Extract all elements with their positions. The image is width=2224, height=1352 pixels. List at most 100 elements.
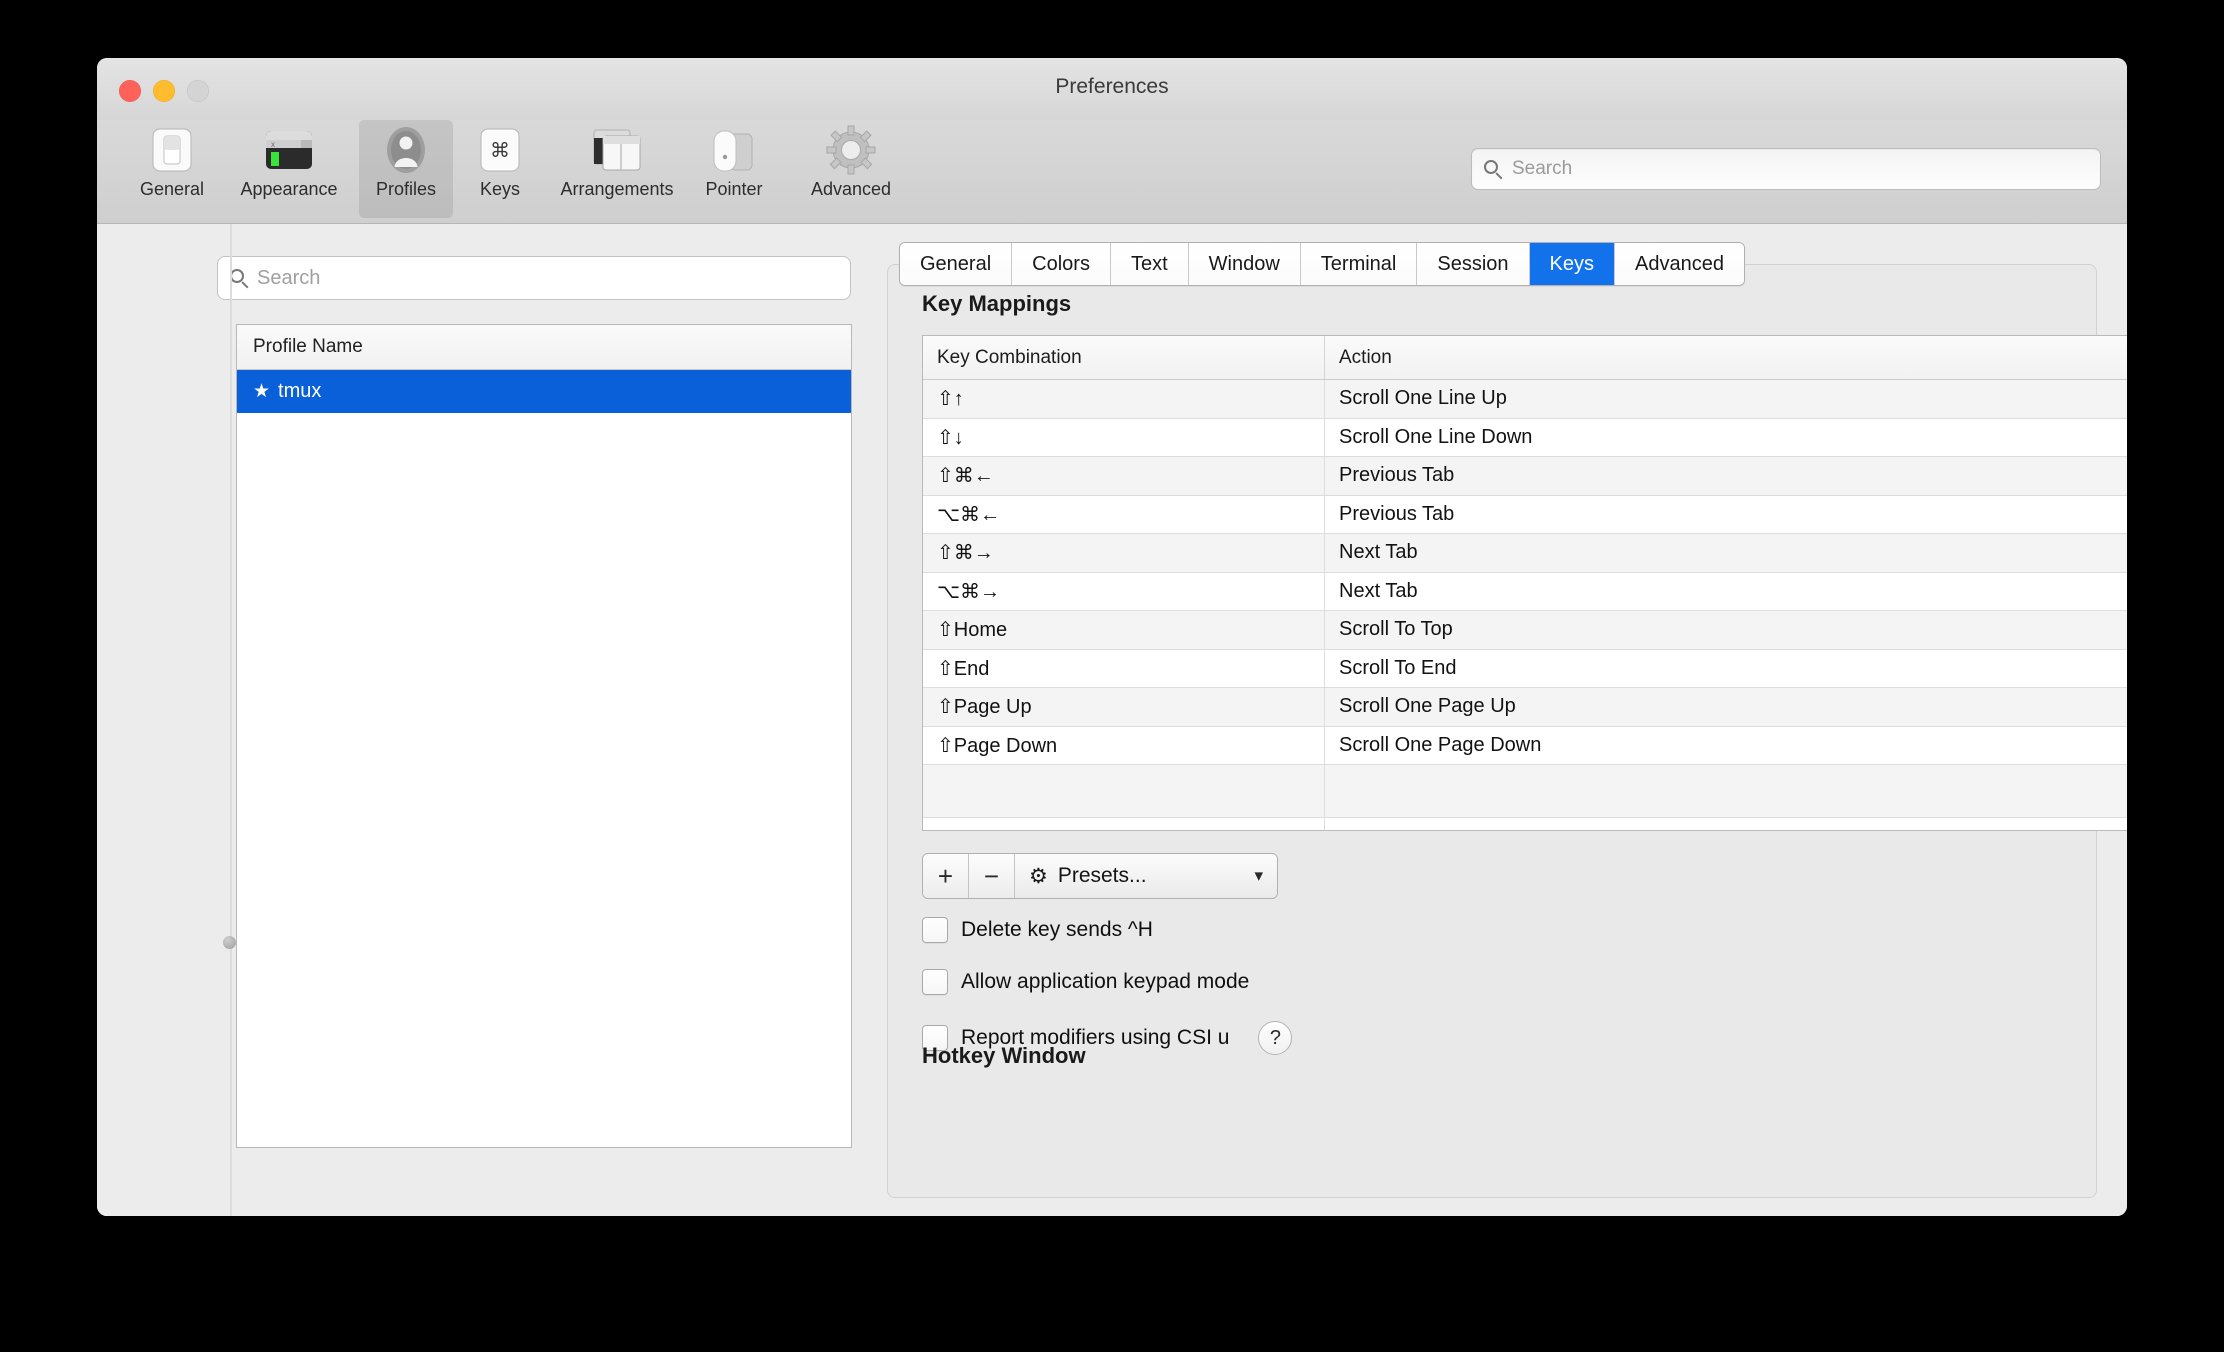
column-header-profile-name: Profile Name xyxy=(253,336,363,357)
action-cell: Scroll One Line Down xyxy=(1339,425,1533,448)
toolbar-label: General xyxy=(139,179,205,199)
table-row[interactable]: ⇧Page Down Scroll One Page Down xyxy=(923,726,2127,765)
toolbar-item-arrangements[interactable]: Arrangements xyxy=(547,120,687,218)
default-profile-star-icon: ★ xyxy=(253,381,271,402)
table-row[interactable]: ⌥⌘→ Next Tab xyxy=(923,572,2127,611)
key-combination-cell: ⇧Home xyxy=(923,611,1325,649)
profile-list-item-tmux[interactable]: ★ tmux xyxy=(237,370,851,413)
column-header-key-combination: Key Combination xyxy=(923,336,1325,379)
tab-label: Text xyxy=(1130,252,1168,275)
key-mappings-table[interactable]: Key Combination Action ⇧↑ Scroll One Lin… xyxy=(922,335,2127,831)
key-combination-cell xyxy=(923,818,1325,830)
table-row[interactable]: ⇧↑ Scroll One Line Up xyxy=(923,380,2127,419)
key-combination-cell: ⇧⌘← xyxy=(923,457,1325,495)
key-mappings-heading: Key Mappings xyxy=(922,291,1072,316)
main-toolbar: General x Appearance Profiles ⌘ Keys Arr… xyxy=(97,120,2127,224)
tab-session[interactable]: Session xyxy=(1417,243,1530,285)
column-header-action: Action xyxy=(1339,346,1392,368)
profile-list-header: Profile Name xyxy=(237,325,851,370)
tab-window[interactable]: Window xyxy=(1188,243,1301,285)
key-combination-cell: ⇧↑ xyxy=(923,380,1325,418)
tab-label: Session xyxy=(1437,252,1509,275)
presets-dropdown[interactable]: ⚙ Presets... ▾ xyxy=(1015,854,1277,898)
checkbox-label: Allow application keypad mode xyxy=(961,970,1250,993)
table-row[interactable]: ⇧⌘→ Next Tab xyxy=(923,534,2127,573)
tab-label: General xyxy=(920,252,992,275)
key-combination-cell: ⌥⌘→ xyxy=(923,572,1325,610)
window-title: Preferences xyxy=(1055,75,1169,98)
tab-advanced[interactable]: Advanced xyxy=(1614,243,1744,285)
window-body: Search Profile Name ★ tmux Tags > + xyxy=(97,224,2127,1216)
help-button-label: ? xyxy=(1269,1026,1282,1049)
checkbox-delete-key-sends-ctrl-h[interactable]: Delete key sends ^H xyxy=(922,917,1153,943)
key-combination-cell: ⇧↓ xyxy=(923,418,1325,456)
toolbar-item-pointer[interactable]: Pointer xyxy=(687,120,781,218)
tab-general[interactable]: General xyxy=(900,243,1013,285)
table-row[interactable]: ⇧Home Scroll To Top xyxy=(923,611,2127,650)
toolbar-label: Pointer xyxy=(705,179,763,199)
action-cell xyxy=(1325,765,2127,817)
table-row[interactable]: ⇧↓ Scroll One Line Down xyxy=(923,418,2127,457)
toggle-switch-icon xyxy=(150,123,194,177)
window-titlebar: Preferences xyxy=(97,58,2127,120)
action-cell: Scroll One Line Up xyxy=(1339,387,1507,410)
action-cell: Next Tab xyxy=(1339,579,1418,602)
table-row[interactable] xyxy=(923,818,2127,830)
key-combination-cell xyxy=(923,765,1325,817)
action-cell: Scroll One Page Up xyxy=(1339,695,1516,718)
command-key-icon: ⌘ xyxy=(478,123,522,177)
action-cell: Next Tab xyxy=(1339,541,1418,564)
profiles-sidebar: Search Profile Name ★ tmux Tags > + xyxy=(97,224,852,1216)
profile-settings-pane: General Colors Text Window Terminal Sess… xyxy=(809,224,2127,1216)
toolbar-label: Arrangements xyxy=(560,179,674,199)
checkbox-box[interactable] xyxy=(922,917,948,943)
key-combination-cell: ⇧Page Up xyxy=(923,688,1325,726)
settings-tabbar: General Colors Text Window Terminal Sess… xyxy=(899,242,1745,286)
tab-keys[interactable]: Keys xyxy=(1529,243,1615,285)
toolbar-label: Advanced xyxy=(810,179,892,199)
preferences-window: Preferences General x Appearance Profile… xyxy=(97,58,2127,1216)
remove-key-mapping-button[interactable]: − xyxy=(969,854,1015,898)
table-row[interactable] xyxy=(923,765,2127,818)
action-cell: Scroll To Top xyxy=(1339,618,1453,641)
toolbar-item-advanced[interactable]: Advanced xyxy=(781,120,921,218)
gear-icon xyxy=(826,123,876,177)
tab-text[interactable]: Text xyxy=(1110,243,1189,285)
splitter-grip-handle[interactable] xyxy=(223,936,236,949)
profile-search-placeholder: Search xyxy=(257,266,321,289)
tab-label: Terminal xyxy=(1320,252,1397,275)
toolbar-item-appearance[interactable]: x Appearance xyxy=(219,120,359,218)
svg-text:⌘: ⌘ xyxy=(490,140,510,162)
action-cell: Previous Tab xyxy=(1339,502,1455,525)
add-key-mapping-button[interactable]: + xyxy=(923,854,969,898)
terminal-window-icon: x xyxy=(264,123,314,177)
profile-name-label: tmux xyxy=(278,380,322,402)
sidebar-splitter[interactable] xyxy=(230,224,232,1216)
action-cell: Previous Tab xyxy=(1339,464,1455,487)
toolbar-item-general[interactable]: General xyxy=(125,120,219,218)
checkbox-allow-application-keypad-mode[interactable]: Allow application keypad mode xyxy=(922,969,1249,995)
hotkey-window-heading: Hotkey Window xyxy=(922,1043,1086,1068)
checkbox-box[interactable] xyxy=(922,969,948,995)
key-combination-cell: ⇧End xyxy=(923,649,1325,687)
tab-colors[interactable]: Colors xyxy=(1012,243,1111,285)
tab-terminal[interactable]: Terminal xyxy=(1300,243,1418,285)
key-combination-cell: ⇧⌘→ xyxy=(923,534,1325,572)
help-button[interactable]: ? xyxy=(1258,1021,1293,1055)
toolbar-search-field[interactable]: Search xyxy=(1471,148,2101,190)
key-combination-cell: ⌥⌘← xyxy=(923,495,1325,533)
tab-label: Window xyxy=(1208,252,1280,275)
profile-list[interactable]: Profile Name ★ tmux xyxy=(236,324,852,1148)
window-stack-icon xyxy=(589,123,645,177)
toolbar-item-profiles[interactable]: Profiles xyxy=(359,120,453,218)
gear-icon: ⚙ xyxy=(1029,864,1048,888)
table-row[interactable]: ⌥⌘← Previous Tab xyxy=(923,495,2127,534)
toolbar-item-keys[interactable]: ⌘ Keys xyxy=(453,120,547,218)
toolbar-search-placeholder: Search xyxy=(1512,158,1573,179)
table-row[interactable]: ⇧End Scroll To End xyxy=(923,649,2127,688)
table-row[interactable]: ⇧⌘← Previous Tab xyxy=(923,457,2127,496)
profile-search-input[interactable]: Search xyxy=(217,256,851,300)
tab-label: Advanced xyxy=(1634,252,1724,275)
table-row[interactable]: ⇧Page Up Scroll One Page Up xyxy=(923,688,2127,727)
presets-control-group: + − ⚙ Presets... ▾ xyxy=(922,853,1278,899)
